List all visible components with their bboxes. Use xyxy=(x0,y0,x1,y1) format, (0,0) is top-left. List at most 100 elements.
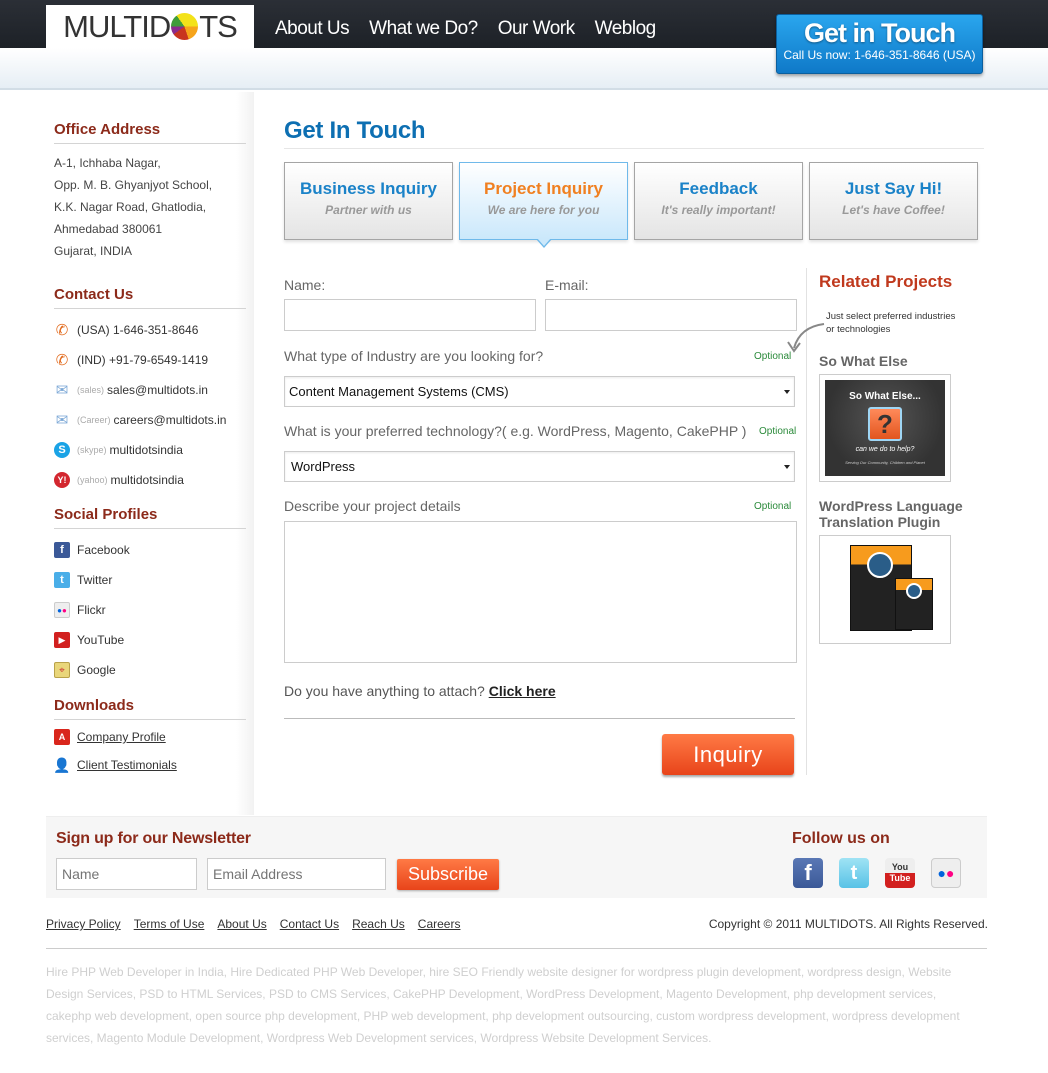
download-link[interactable]: Client Testimonials xyxy=(77,758,177,772)
copyright: Copyright © 2011 MULTIDOTS. All Rights R… xyxy=(708,917,988,931)
cta-phone: Call Us now: 1-646-351-8646 (USA) xyxy=(783,48,976,62)
industry-label: What type of Industry are you looking fo… xyxy=(284,348,544,364)
download-client-testimonials[interactable]: 👤 Client Testimonials xyxy=(53,751,246,779)
related-project-title[interactable]: WordPress Language Translation Plugin xyxy=(819,498,979,530)
social-label: Google xyxy=(77,663,116,677)
contact-item-careers-email[interactable]: ✉ (Career) careers@multidots.in xyxy=(54,405,246,435)
contact-item-sales-email[interactable]: ✉ (sales) sales@multidots.in xyxy=(54,375,246,405)
contact-item-skype[interactable]: S (skype) multidotsindia xyxy=(54,435,246,465)
address-line: K.K. Nagar Road, Ghatlodia, xyxy=(54,200,207,214)
get-in-touch-button[interactable]: Get in Touch Call Us now: 1-646-351-8646… xyxy=(776,14,983,74)
name-input[interactable] xyxy=(284,299,536,331)
tab-subtitle: We are here for you xyxy=(487,203,600,217)
office-address-section: Office Address A-1, Ichhaba Nagar, Opp. … xyxy=(54,121,246,262)
so-what-else-thumbnail[interactable]: So What Else... ? can we do to help? Ser… xyxy=(819,374,951,482)
mail-icon: ✉ xyxy=(55,382,69,399)
address-line: Gujarat, INDIA xyxy=(54,244,133,258)
tab-title: Just Say Hi! xyxy=(844,179,943,198)
footer-link-contact-us[interactable]: Contact Us xyxy=(280,917,339,931)
tab-subtitle: It's really important! xyxy=(661,203,776,217)
youtube-icon[interactable]: You Tube xyxy=(885,858,915,888)
contact-us-section: Contact Us ✆ (USA) 1-646-351-8646 ✆ (IND… xyxy=(54,286,246,495)
attach-click-here-link[interactable]: Click here xyxy=(489,683,556,699)
footer-link-privacy-policy[interactable]: Privacy Policy xyxy=(46,917,121,931)
footer-links: Privacy Policy Terms of Use About Us Con… xyxy=(46,917,460,931)
contact-item-yahoo[interactable]: Y! (yahoo) multidotsindia xyxy=(54,465,246,495)
technology-optional: Optional xyxy=(759,426,797,437)
subscribe-button[interactable]: Subscribe xyxy=(397,859,499,890)
main-nav: About Us What we Do? Our Work Weblog xyxy=(275,18,656,40)
contact-text: multidotsindia xyxy=(110,473,184,487)
mail-icon: ✉ xyxy=(55,412,69,429)
email-label: E-mail: xyxy=(545,277,589,293)
related-project-title[interactable]: So What Else xyxy=(819,353,908,369)
contact-text: (USA) 1-646-351-8646 xyxy=(77,323,199,337)
flickr-icon[interactable]: ● ● xyxy=(931,858,961,888)
footer-link-about-us[interactable]: About Us xyxy=(217,917,266,931)
nav-our-work[interactable]: Our Work xyxy=(498,18,575,40)
skype-icon: S xyxy=(54,442,70,458)
footer-link-terms-of-use[interactable]: Terms of Use xyxy=(134,917,205,931)
tab-subtitle: Let's have Coffee! xyxy=(842,203,945,217)
details-optional: Optional xyxy=(754,501,792,512)
technology-select[interactable]: WordPress xyxy=(284,451,795,482)
email-input[interactable] xyxy=(545,299,797,331)
downloads-title: Downloads xyxy=(54,697,246,720)
nav-what-we-do[interactable]: What we Do? xyxy=(369,18,478,40)
yahoo-icon: Y! xyxy=(54,472,70,488)
tab-business-inquiry[interactable]: Business Inquiry Partner with us xyxy=(284,162,453,240)
thumb-footer: Serving Our Community, Children and Plan… xyxy=(845,460,925,465)
downloads-section: Downloads A Company Profile 👤 Client Tes… xyxy=(53,697,246,779)
follow-us-title: Follow us on xyxy=(792,830,890,847)
logo[interactable]: MULTID TS xyxy=(46,5,254,48)
industry-select[interactable]: Content Management Systems (CMS) xyxy=(284,376,795,407)
social-label: YouTube xyxy=(77,633,125,647)
contact-item-usa-phone: ✆ (USA) 1-646-351-8646 xyxy=(54,315,246,345)
details-label: Describe your project details xyxy=(284,498,461,514)
newsletter-name-input[interactable] xyxy=(56,858,197,890)
follow-icons: f t You Tube ● ● xyxy=(793,858,961,888)
project-details-textarea[interactable] xyxy=(284,521,797,663)
address-line: A-1, Ichhaba Nagar, xyxy=(54,156,161,170)
tab-title: Project Inquiry xyxy=(483,179,604,198)
contact-text: multidotsindia xyxy=(109,443,183,457)
technology-label: What is your preferred technology?( e.g.… xyxy=(284,423,747,439)
social-youtube[interactable]: ▶ YouTube xyxy=(54,625,246,655)
logo-text-right: TS xyxy=(199,8,238,44)
nav-weblog[interactable]: Weblog xyxy=(595,18,657,40)
social-twitter[interactable]: t Twitter xyxy=(54,565,246,595)
tab-title: Business Inquiry xyxy=(300,179,437,198)
nav-about-us[interactable]: About Us xyxy=(275,18,350,40)
tab-feedback[interactable]: Feedback It's really important! xyxy=(634,162,803,240)
newsletter-title: Sign up for our Newsletter xyxy=(56,830,251,847)
newsletter-email-input[interactable] xyxy=(207,858,386,890)
download-company-profile[interactable]: A Company Profile xyxy=(54,723,246,751)
social-flickr[interactable]: ● ● Flickr xyxy=(54,595,246,625)
chevron-down-icon xyxy=(784,390,790,394)
related-projects-title: Related Projects xyxy=(819,272,953,291)
footer-link-careers[interactable]: Careers xyxy=(418,917,461,931)
thumb-subtitle: can we do to help? xyxy=(855,446,915,453)
contact-us-title: Contact Us xyxy=(54,286,246,309)
industry-selected-value: Content Management Systems (CMS) xyxy=(289,384,509,399)
social-facebook[interactable]: f Facebook xyxy=(54,535,246,565)
inquiry-submit-button[interactable]: Inquiry xyxy=(662,734,794,775)
google-maps-icon: ⌖ xyxy=(54,662,70,678)
contact-tag: (sales) xyxy=(77,385,105,395)
flickr-icon: ● ● xyxy=(54,602,70,618)
logo-text-left: MULTID xyxy=(63,8,171,44)
social-google[interactable]: ⌖ Google xyxy=(54,655,246,685)
wordpress-box-image xyxy=(825,541,945,638)
facebook-icon[interactable]: f xyxy=(793,858,823,888)
social-profiles-title: Social Profiles xyxy=(54,506,246,529)
social-profiles-section: Social Profiles f Facebook t Twitter ● ● … xyxy=(54,506,246,685)
page-title: Get In Touch xyxy=(284,117,984,149)
twitter-icon[interactable]: t xyxy=(839,858,869,888)
footer-link-reach-us[interactable]: Reach Us xyxy=(352,917,405,931)
tab-just-say-hi[interactable]: Just Say Hi! Let's have Coffee! xyxy=(809,162,978,240)
wordpress-plugin-thumbnail[interactable] xyxy=(819,535,951,644)
tab-title: Feedback xyxy=(679,179,758,198)
social-label: Facebook xyxy=(77,543,130,557)
tab-project-inquiry[interactable]: Project Inquiry We are here for you xyxy=(459,162,628,248)
download-link[interactable]: Company Profile xyxy=(77,730,166,744)
